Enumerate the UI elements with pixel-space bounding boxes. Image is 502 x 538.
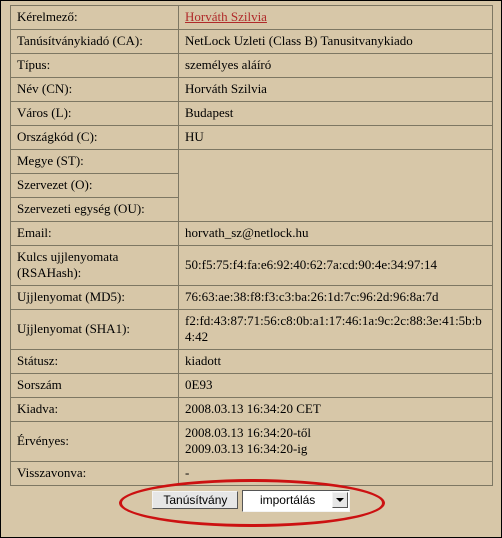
row-md5: Ujjlenyomat (MD5): 76:63:ae:38:f8:f3:c3:… [11,286,493,310]
label-serial: Sorszám [11,374,179,398]
action-select[interactable]: importálás [242,490,350,512]
row-state: Megye (ST): [11,150,493,174]
value-cn: Horváth Szilvia [179,78,493,102]
row-city: Város (L): Budapest [11,102,493,126]
action-select-value: importálás [260,493,337,507]
label-ou: Szervezeti egység (OU): [11,198,179,222]
row-rsahash: Kulcs ujjlenyomata (RSAHash): 50:f5:75:f… [11,246,493,286]
value-sha1: f2:fd:43:87:71:56:c8:0b:a1:17:46:1a:9c:2… [179,310,493,350]
row-ca: Tanúsítványkiadó (CA): NetLock Uzleti (C… [11,30,493,54]
label-issued: Kiadva: [11,398,179,422]
value-md5: 76:63:ae:38:f8:f3:c3:ba:26:1d:7c:96:2d:9… [179,286,493,310]
label-rsahash: Kulcs ujjlenyomata (RSAHash): [11,246,179,286]
value-type: személyes aláíró [179,54,493,78]
value-valid-to: 2009.03.13 16:34:20-ig [185,441,307,456]
label-city: Város (L): [11,102,179,126]
row-issued: Kiadva: 2008.03.13 16:34:20 CET [11,398,493,422]
certificate-button[interactable]: Tanúsítvány [152,491,238,509]
value-city: Budapest [179,102,493,126]
row-valid: Érvényes: 2008.03.13 16:34:20-től 2009.0… [11,422,493,462]
row-email: Email: horvath_sz@netlock.hu [11,222,493,246]
row-sha1: Ujjlenyomat (SHA1): f2:fd:43:87:71:56:c8… [11,310,493,350]
value-rsahash: 50:f5:75:f4:fa:e6:92:40:62:7a:cd:90:4e:3… [179,246,493,286]
row-type: Típus: személyes aláíró [11,54,493,78]
applicant-link[interactable]: Horváth Szilvia [185,9,267,24]
value-status: kiadott [179,350,493,374]
value-applicant: Horváth Szilvia [179,6,493,30]
row-country: Országkód (C): HU [11,126,493,150]
label-org: Szervezet (O): [11,174,179,198]
actions-inner: Tanúsítvány importálás [152,490,349,512]
label-ca: Tanúsítványkiadó (CA): [11,30,179,54]
chevron-down-icon [332,492,348,508]
label-country: Országkód (C): [11,126,179,150]
label-cn: Név (CN): [11,78,179,102]
row-serial: Sorszám 0E93 [11,374,493,398]
label-sha1: Ujjlenyomat (SHA1): [11,310,179,350]
value-valid: 2008.03.13 16:34:20-től 2009.03.13 16:34… [179,422,493,462]
label-status: Státusz: [11,350,179,374]
action-area: Tanúsítvány importálás [1,477,501,527]
value-valid-from: 2008.03.13 16:34:20-től [185,425,311,440]
value-country: HU [179,126,493,150]
label-state: Megye (ST): [11,150,179,174]
row-cn: Név (CN): Horváth Szilvia [11,78,493,102]
label-type: Típus: [11,54,179,78]
label-valid: Érvényes: [11,422,179,462]
certificate-table: Kérelmező: Horváth Szilvia Tanúsítványki… [10,5,493,486]
row-applicant: Kérelmező: Horváth Szilvia [11,6,493,30]
row-status: Státusz: kiadott [11,350,493,374]
label-md5: Ujjlenyomat (MD5): [11,286,179,310]
label-email: Email: [11,222,179,246]
value-ca: NetLock Uzleti (Class B) Tanusitvanykiad… [179,30,493,54]
label-applicant: Kérelmező: [11,6,179,30]
certificate-details-panel: Kérelmező: Horváth Szilvia Tanúsítványki… [0,0,502,538]
value-serial: 0E93 [179,374,493,398]
value-email: horvath_sz@netlock.hu [179,222,493,246]
value-state-org-ou [179,150,493,222]
value-issued: 2008.03.13 16:34:20 CET [179,398,493,422]
